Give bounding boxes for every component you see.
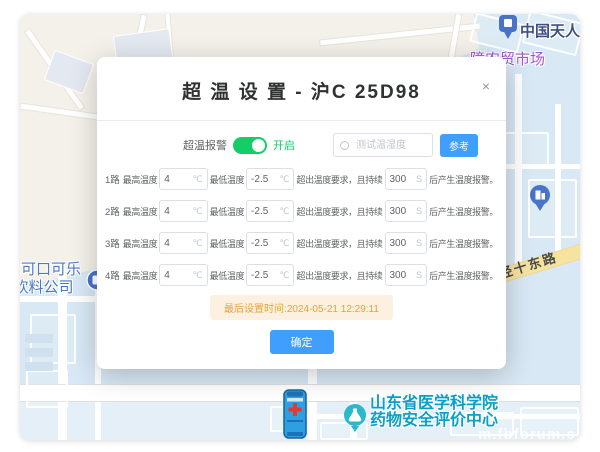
alarm-toggle[interactable] (233, 137, 267, 154)
poi-label-china: 中国天人 (520, 20, 580, 41)
dialog-title: 超 温 设 置 - 沪C 25D98 (97, 77, 506, 104)
duration-input[interactable]: 300S (385, 232, 428, 254)
search-group: 参考 (333, 133, 478, 157)
channel-label: 4路 (105, 268, 120, 282)
max-temp-input[interactable]: 4℃ (159, 168, 207, 190)
min-temp-input[interactable]: -2.5℃ (246, 200, 294, 222)
flask-icon[interactable] (342, 403, 368, 438)
channel-row-4: 4路 最高温度 4℃ 最低温度 -2.5℃ 超出温度要求，且持续 300S 后产… (105, 259, 498, 291)
exceed-label: 超出温度要求，且持续 (296, 269, 382, 282)
duration-input[interactable]: 300S (385, 200, 428, 222)
poi-label-cola-line2: 饮料公司 (20, 279, 74, 296)
exceed-label: 超出温度要求，且持续 (296, 237, 382, 250)
max-temp-input[interactable]: 4℃ (159, 232, 207, 254)
map-building (25, 348, 53, 357)
min-temp-input[interactable]: -2.5℃ (246, 264, 294, 286)
search-input[interactable] (354, 139, 426, 152)
search-input-wrap (333, 133, 433, 157)
last-set-time-badge: 最后设置时间:2024-05-21 12:29:11 (210, 295, 393, 320)
max-temp-input[interactable]: 4℃ (159, 264, 207, 286)
suffix-label: 后产生温度报警。 (429, 269, 498, 282)
max-temp-label: 最高温度 (123, 269, 157, 282)
vehicle-icon[interactable] (280, 388, 310, 440)
poi-label-cola-line1: 南可口可乐 (20, 261, 81, 278)
controls-bar: 超温报警 开启 参考 (97, 133, 506, 157)
close-icon[interactable]: × (482, 79, 490, 93)
channel-label: 2路 (105, 204, 120, 218)
channel-row-3: 3路 最高温度 4℃ 最低温度 -2.5℃ 超出温度要求，且持续 300S 后产… (105, 227, 498, 259)
building-pin-icon[interactable] (528, 184, 552, 217)
min-temp-label: 最低温度 (210, 205, 244, 218)
channel-label: 3路 (105, 236, 120, 250)
suffix-label: 后产生温度报警。 (429, 205, 498, 218)
poi-label-med-line1: 山东省医学科学院 (370, 395, 498, 412)
overtemp-settings-dialog: 超 温 设 置 - 沪C 25D98 × 超温报警 开启 参考 1路 最高温度 (97, 57, 506, 369)
last-set-time-wrap: 最后设置时间:2024-05-21 12:29:11 (97, 295, 506, 320)
max-temp-label: 最高温度 (123, 205, 157, 218)
confirm-button[interactable]: 确定 (270, 330, 334, 354)
alarm-state-label: 开启 (273, 137, 295, 153)
suffix-label: 后产生温度报警。 (429, 173, 498, 186)
max-temp-label: 最高温度 (123, 173, 157, 186)
map-building (25, 334, 53, 343)
max-temp-input[interactable]: 4℃ (159, 200, 207, 222)
divider (97, 120, 506, 121)
channel-rows: 1路 最高温度 4℃ 最低温度 -2.5℃ 超出温度要求，且持续 300S 后产… (97, 163, 506, 291)
suffix-label: 后产生温度报警。 (429, 237, 498, 250)
map-pin-icon[interactable] (498, 14, 518, 45)
min-temp-label: 最低温度 (210, 237, 244, 250)
screen: 中国天人 障农贸市场 南可口可乐 饮料公司 经十东路 (0, 0, 600, 452)
duration-input[interactable]: 300S (385, 168, 428, 190)
map-building (26, 370, 68, 408)
min-temp-input[interactable]: -2.5℃ (246, 168, 294, 190)
duration-input[interactable]: 300S (385, 264, 428, 286)
road (515, 74, 522, 264)
exceed-label: 超出温度要求，且持续 (296, 173, 382, 186)
min-temp-label: 最低温度 (210, 173, 244, 186)
channel-label: 1路 (105, 172, 120, 186)
toggle-knob (252, 139, 265, 152)
poi-label-med-center: 山东省医学科学院 药物安全评价中心 (370, 395, 498, 429)
alarm-toggle-group: 超温报警 开启 (183, 137, 295, 154)
poi-label-cola: 南可口可乐 饮料公司 (20, 261, 81, 297)
max-temp-label: 最高温度 (123, 237, 157, 250)
exceed-label: 超出温度要求，且持续 (296, 205, 382, 218)
watermark: m.fbforum.c (478, 426, 576, 443)
channel-row-2: 2路 最高温度 4℃ 最低温度 -2.5℃ 超出温度要求，且持续 300S 后产… (105, 195, 498, 227)
map-building (25, 362, 53, 371)
channel-row-1: 1路 最高温度 4℃ 最低温度 -2.5℃ 超出温度要求，且持续 300S 后产… (105, 163, 498, 195)
min-temp-label: 最低温度 (210, 269, 244, 282)
alarm-label: 超温报警 (183, 137, 227, 153)
search-icon (340, 141, 349, 150)
reference-button[interactable]: 参考 (440, 134, 478, 157)
min-temp-input[interactable]: -2.5℃ (246, 232, 294, 254)
